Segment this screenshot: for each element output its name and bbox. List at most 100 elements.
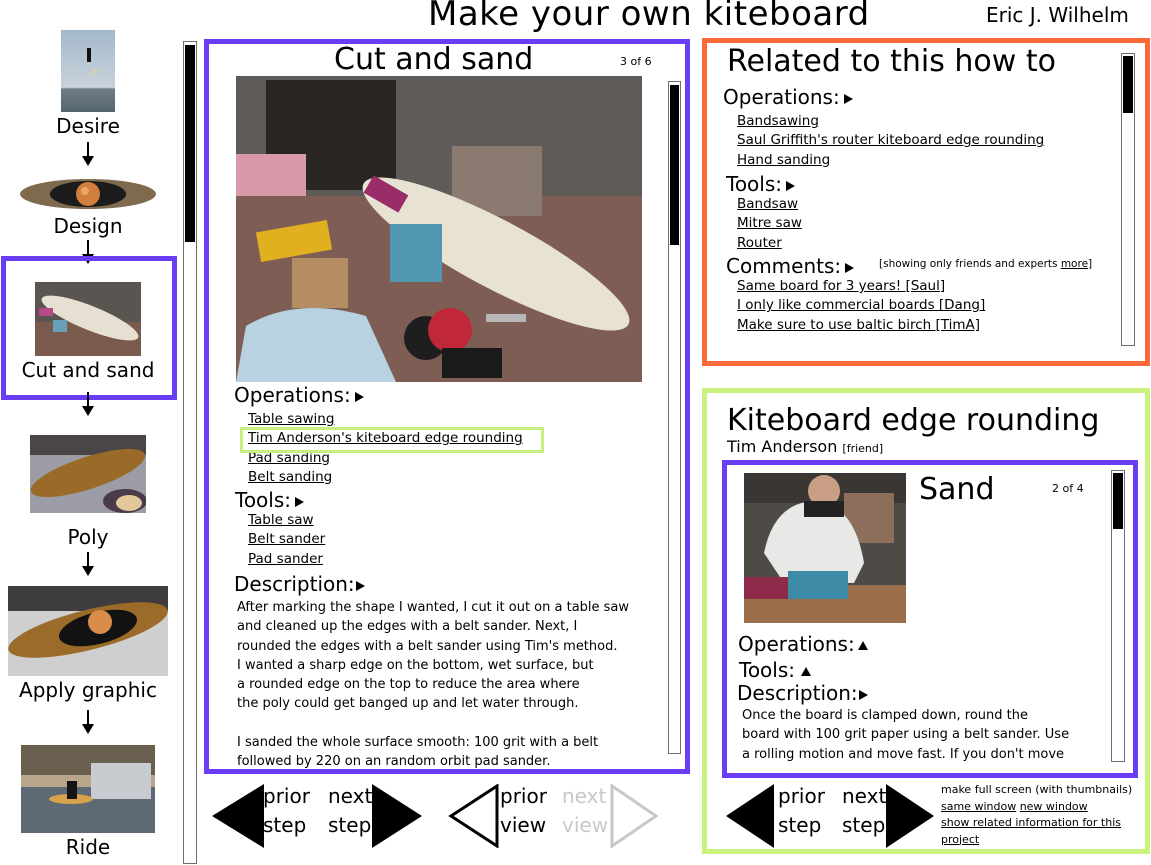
linked-operations-heading[interactable]: Operations: [738,632,868,656]
tool-link[interactable]: Belt sander [248,530,325,549]
operations-label: Operations: [723,85,840,109]
person-belt-sanding-photo [744,473,906,623]
triangle-right-outline-icon [610,784,659,848]
related-operations-heading[interactable]: Operations: [723,85,853,109]
comment-link[interactable]: Make sure to use baltic birch [TimA] [737,316,985,335]
riding-photo [21,745,155,833]
expand-arrow-icon[interactable] [786,180,796,191]
operations-label: Operations: [738,632,855,656]
linked-prior-step-button[interactable]: prior step [726,782,826,848]
description-line: a rounded edge on the top to reduce the … [237,677,580,693]
next-step-label: next step [328,784,373,837]
description-line: a rolling motion and move fast. If you d… [742,746,1065,762]
prior-step-label: prior step [778,784,825,837]
description-heading[interactable]: Description: [234,572,365,596]
same-window-link[interactable]: same window [941,800,1016,813]
operation-link[interactable]: Belt sanding [248,468,523,487]
collapse-arrow-icon[interactable] [801,667,812,676]
triangle-left-icon [212,784,264,848]
linked-description-heading[interactable]: Description: [737,681,868,705]
linked-tools-heading[interactable]: Tools: [739,658,812,682]
operations-label: Operations: [234,383,351,407]
collapse-arrow-icon[interactable] [857,641,868,650]
comments-filter-note: [showing only friends and experts more] [879,258,1093,270]
author-name: Eric J. Wilhelm [986,3,1129,27]
description-line [237,714,629,733]
tool-link[interactable]: Table saw [248,511,325,530]
linked-step-counter: 2 of 4 [1052,482,1084,495]
scrollbar-thumb[interactable] [1113,473,1123,529]
fullscreen-options: make full screen (with thumbnails) same … [941,782,1132,848]
expand-arrow-icon[interactable] [295,496,305,507]
prior-view-button[interactable]: prior view [447,782,551,848]
tool-link[interactable]: Mitre saw [737,214,802,233]
expand-arrow-icon[interactable] [354,391,364,402]
step-counter: 3 of 6 [620,55,652,68]
step-poly[interactable]: Poly [0,435,176,549]
scrollbar-thumb[interactable] [185,45,195,242]
scrollbar-thumb[interactable] [670,85,679,245]
more-comments-link[interactable]: more [1061,258,1088,270]
description-line: I sanded the whole surface smooth: 100 g… [237,735,599,751]
step-label: Design [53,214,123,238]
step-title: Cut and sand [334,42,534,77]
triangle-right-icon [372,784,422,848]
next-step-button[interactable]: next step [328,782,423,848]
tool-link[interactable]: Pad sander [248,550,325,569]
tools-list: Table saw Belt sander Pad sander [248,511,325,569]
operation-link[interactable]: Hand sanding [737,151,1044,170]
prior-step-label: prior step [263,784,310,837]
description-line: I wanted a sharp edge on the bottom, wet… [237,657,594,673]
step-label: Desire [56,114,120,138]
main-panel-scrollbar[interactable] [668,81,681,754]
linked-howto-title: Kiteboard edge rounding [727,403,1100,438]
comments-list: Same board for 3 years! [Saul] I only li… [737,277,985,335]
linked-howto-author[interactable]: Tim Anderson [friend] [727,437,883,456]
next-view-button[interactable]: next view [562,782,662,848]
description-label: Description: [737,681,858,705]
author-name[interactable]: Tim Anderson [727,437,837,456]
comments-heading[interactable]: Comments: [726,254,855,278]
linked-step-title: Sand [919,472,995,507]
description-line: board with 100 grit paper using a belt s… [742,727,1070,743]
expand-arrow-icon[interactable] [355,580,365,591]
scrollbar-thumb[interactable] [1123,56,1133,113]
tools-label: Tools: [726,172,783,196]
show-related-link[interactable]: show related information for this [941,815,1132,832]
triangle-left-icon [726,784,774,848]
prior-step-button[interactable]: prior step [212,782,312,848]
tool-link[interactable]: Bandsaw [737,195,802,214]
comment-link[interactable]: I only like commercial boards [Dang] [737,296,985,315]
step-label: Ride [65,835,111,859]
friend-badge: [friend] [842,442,884,455]
step-desire[interactable]: Desire [0,30,176,138]
step-list-scrollbar[interactable] [183,41,197,864]
tool-link[interactable]: Router [737,234,802,253]
expand-arrow-icon[interactable] [858,689,868,700]
cut-board-photo [35,282,141,356]
step-ride[interactable]: Ride [0,745,176,859]
expand-arrow-icon[interactable] [843,93,853,104]
tools-label: Tools: [739,658,796,682]
linked-step-scrollbar[interactable] [1111,470,1125,762]
tools-heading[interactable]: Tools: [235,488,305,512]
linked-description-text: Once the board is clamped down, round th… [742,706,1069,764]
related-tools-heading[interactable]: Tools: [726,172,796,196]
related-scrollbar[interactable] [1121,53,1135,346]
step-label: Apply graphic [19,678,157,702]
linked-next-step-button[interactable]: next step [842,782,938,848]
operation-link[interactable]: Bandsawing [737,112,1044,131]
description-line: rounded the edges with a belt sander usi… [237,638,618,654]
comment-link[interactable]: Same board for 3 years! [Saul] [737,277,985,296]
new-window-link[interactable]: new window [1020,800,1088,813]
expand-arrow-icon[interactable] [845,262,855,273]
description-line: and cleaned up the edges with a belt san… [237,619,578,635]
step-design[interactable]: Design [0,176,176,238]
triangle-left-outline-icon [448,784,499,848]
operation-link[interactable]: Saul Griffith's router kiteboard edge ro… [737,131,1044,150]
operations-heading[interactable]: Operations: [234,383,364,407]
step-cut-and-sand[interactable]: Cut and sand [0,282,176,382]
poly-board-photo [30,435,146,513]
show-related-link-cont[interactable]: project [941,832,1132,849]
step-apply-graphic[interactable]: Apply graphic [0,586,176,702]
